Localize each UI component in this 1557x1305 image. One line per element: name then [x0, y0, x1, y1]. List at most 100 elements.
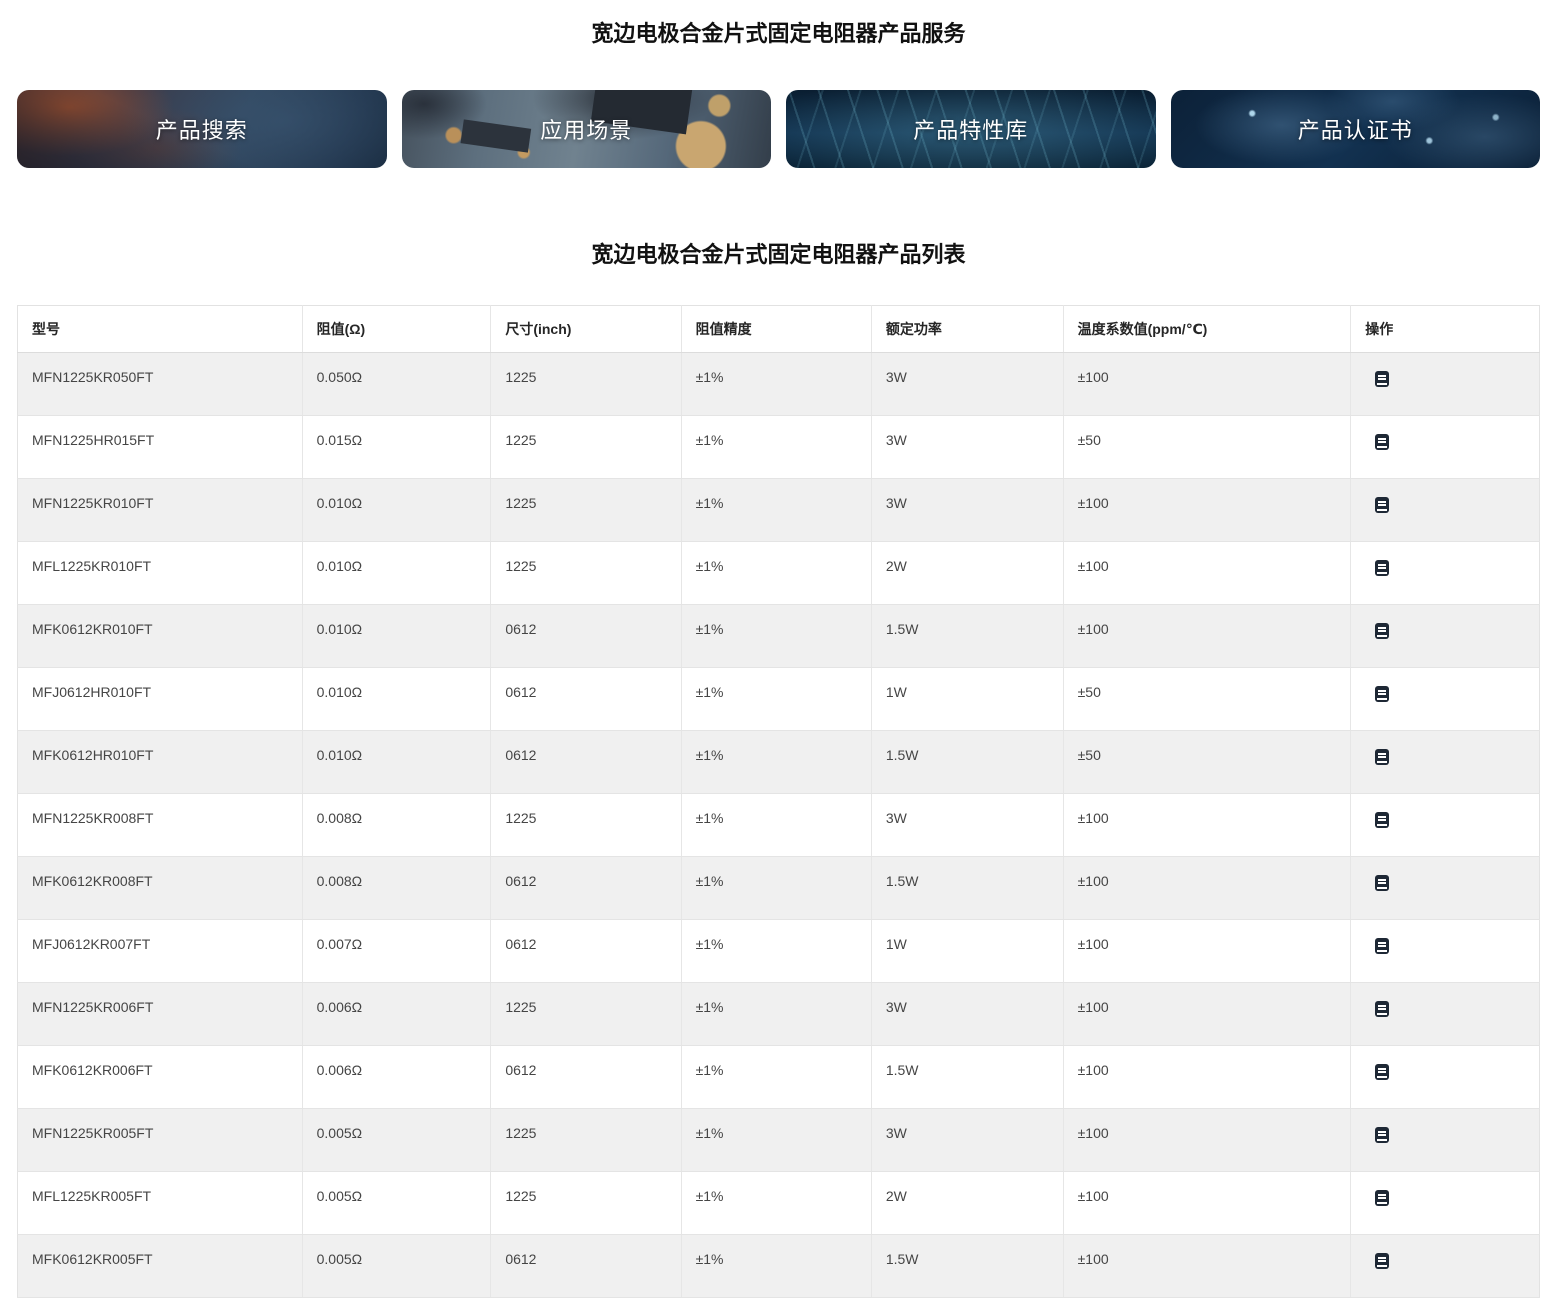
view-detail-button[interactable] [1373, 747, 1391, 767]
cell-model: MFK0612KR010FT [18, 605, 303, 668]
cell-temp-coefficient: ±100 [1063, 542, 1351, 605]
cell-size: 0612 [491, 857, 681, 920]
cell-operation [1351, 731, 1540, 794]
table-row: MFK0612KR006FT 0.006Ω 0612 ±1% 1.5W ±100 [18, 1046, 1540, 1109]
table-row: MFK0612KR010FT 0.010Ω 0612 ±1% 1.5W ±100 [18, 605, 1540, 668]
cell-operation [1351, 1109, 1540, 1172]
cell-precision: ±1% [681, 920, 871, 983]
cell-rated-power: 3W [871, 479, 1063, 542]
nav-card-label: 产品特性库 [913, 113, 1028, 145]
cell-temp-coefficient: ±100 [1063, 920, 1351, 983]
cell-resistance: 0.050Ω [302, 353, 491, 416]
journal-text-icon [1375, 938, 1389, 954]
view-detail-button[interactable] [1373, 1251, 1391, 1271]
cell-model: MFJ0612HR010FT [18, 668, 303, 731]
cell-operation [1351, 416, 1540, 479]
cell-operation [1351, 353, 1540, 416]
cell-precision: ±1% [681, 983, 871, 1046]
cell-rated-power: 2W [871, 542, 1063, 605]
cell-resistance: 0.010Ω [302, 542, 491, 605]
cell-precision: ±1% [681, 353, 871, 416]
cell-size: 0612 [491, 731, 681, 794]
cell-temp-coefficient: ±100 [1063, 1235, 1351, 1298]
view-detail-button[interactable] [1373, 621, 1391, 641]
cell-operation [1351, 1235, 1540, 1298]
cell-rated-power: 1.5W [871, 1046, 1063, 1109]
cell-model: MFK0612KR008FT [18, 857, 303, 920]
cell-size: 1225 [491, 479, 681, 542]
product-list-title: 宽边电极合金片式固定电阻器产品列表 [17, 241, 1540, 269]
cell-operation [1351, 794, 1540, 857]
cell-operation [1351, 479, 1540, 542]
cell-operation [1351, 668, 1540, 731]
cell-precision: ±1% [681, 1235, 871, 1298]
table-row: MFN1225KR010FT 0.010Ω 1225 ±1% 3W ±100 [18, 479, 1540, 542]
view-detail-button[interactable] [1373, 936, 1391, 956]
cell-rated-power: 1.5W [871, 857, 1063, 920]
cell-resistance: 0.008Ω [302, 794, 491, 857]
journal-text-icon [1375, 1253, 1389, 1269]
cell-temp-coefficient: ±50 [1063, 731, 1351, 794]
view-detail-button[interactable] [1373, 873, 1391, 893]
cell-model: MFK0612KR006FT [18, 1046, 303, 1109]
view-detail-button[interactable] [1373, 684, 1391, 704]
cell-model: MFJ0612KR007FT [18, 920, 303, 983]
cell-temp-coefficient: ±100 [1063, 983, 1351, 1046]
cell-model: MFN1225KR006FT [18, 983, 303, 1046]
header-operation: 操作 [1351, 306, 1540, 353]
header-resistance: 阻值(Ω) [302, 306, 491, 353]
view-detail-button[interactable] [1373, 369, 1391, 389]
nav-card-label: 产品搜索 [156, 113, 248, 145]
cell-precision: ±1% [681, 731, 871, 794]
view-detail-button[interactable] [1373, 495, 1391, 515]
cell-size: 1225 [491, 416, 681, 479]
nav-card-product-characteristics[interactable]: 产品特性库 [786, 90, 1156, 168]
cell-temp-coefficient: ±100 [1063, 1109, 1351, 1172]
table-row: MFN1225HR015FT 0.015Ω 1225 ±1% 3W ±50 [18, 416, 1540, 479]
nav-card-product-certificates[interactable]: 产品认证书 [1171, 90, 1541, 168]
cell-resistance: 0.015Ω [302, 416, 491, 479]
cell-resistance: 0.010Ω [302, 479, 491, 542]
cell-rated-power: 1.5W [871, 731, 1063, 794]
journal-text-icon [1375, 1064, 1389, 1080]
cell-size: 1225 [491, 542, 681, 605]
table-body: MFN1225KR050FT 0.050Ω 1225 ±1% 3W ±100 M… [18, 353, 1540, 1298]
journal-text-icon [1375, 1190, 1389, 1206]
cell-precision: ±1% [681, 479, 871, 542]
cell-model: MFN1225KR005FT [18, 1109, 303, 1172]
cell-operation [1351, 1046, 1540, 1109]
nav-card-application-scenarios[interactable]: 应用场景 [402, 90, 772, 168]
view-detail-button[interactable] [1373, 558, 1391, 578]
cell-temp-coefficient: ±100 [1063, 479, 1351, 542]
cell-size: 0612 [491, 605, 681, 668]
cell-temp-coefficient: ±100 [1063, 857, 1351, 920]
cell-model: MFK0612KR005FT [18, 1235, 303, 1298]
cell-resistance: 0.005Ω [302, 1235, 491, 1298]
cell-size: 1225 [491, 1172, 681, 1235]
cell-model: MFK0612HR010FT [18, 731, 303, 794]
journal-text-icon [1375, 497, 1389, 513]
journal-text-icon [1375, 623, 1389, 639]
view-detail-button[interactable] [1373, 432, 1391, 452]
header-rated-power: 额定功率 [871, 306, 1063, 353]
view-detail-button[interactable] [1373, 1188, 1391, 1208]
cell-model: MFN1225KR050FT [18, 353, 303, 416]
cell-precision: ±1% [681, 668, 871, 731]
cell-operation [1351, 542, 1540, 605]
view-detail-button[interactable] [1373, 1062, 1391, 1082]
cell-resistance: 0.010Ω [302, 668, 491, 731]
cell-temp-coefficient: ±50 [1063, 416, 1351, 479]
cell-size: 1225 [491, 983, 681, 1046]
cell-rated-power: 2W [871, 1172, 1063, 1235]
journal-text-icon [1375, 371, 1389, 387]
cell-model: MFL1225KR010FT [18, 542, 303, 605]
view-detail-button[interactable] [1373, 810, 1391, 830]
cell-precision: ±1% [681, 857, 871, 920]
view-detail-button[interactable] [1373, 999, 1391, 1019]
cell-rated-power: 3W [871, 794, 1063, 857]
cell-size: 1225 [491, 1109, 681, 1172]
cell-model: MFN1225KR008FT [18, 794, 303, 857]
cell-resistance: 0.008Ω [302, 857, 491, 920]
view-detail-button[interactable] [1373, 1125, 1391, 1145]
nav-card-product-search[interactable]: 产品搜索 [17, 90, 387, 168]
